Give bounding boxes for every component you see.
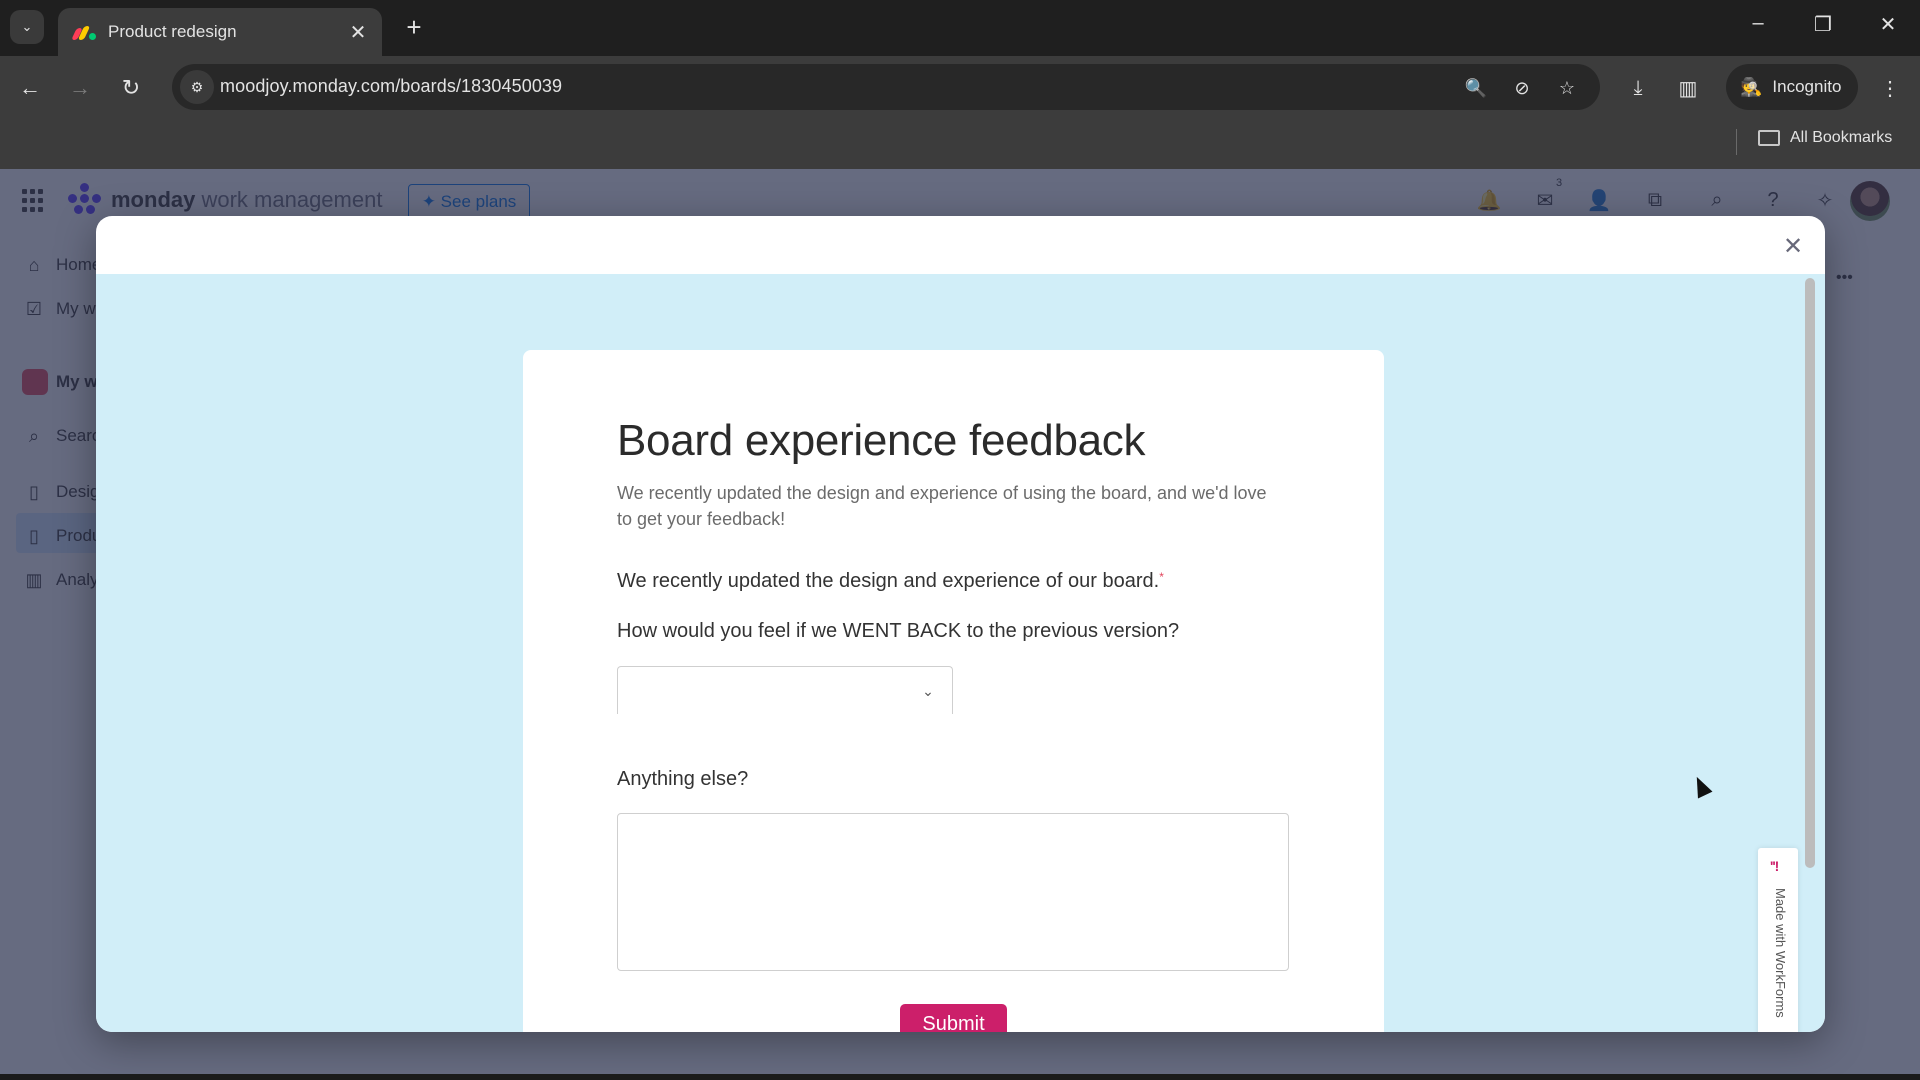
all-bookmarks-label: All Bookmarks [1790,129,1893,146]
reload-button[interactable]: ↻ [113,70,149,106]
site-info-button[interactable]: ⚙ [180,70,214,104]
modal-close-button[interactable]: ✕ [1777,230,1809,262]
form-description: We recently updated the design and exper… [617,483,1267,529]
browser-tab-bar: ⌄ Product redesign ✕ + – ❐ ✕ [0,0,1920,56]
download-icon[interactable]: ⤓ [1620,70,1656,106]
reload-icon: ↻ [121,75,141,100]
arrow-right-icon: → [69,75,91,100]
all-bookmarks-button[interactable]: All Bookmarks [1758,129,1892,147]
chevron-down-icon: ⌄ [21,19,33,34]
tab-close-icon[interactable]: ✕ [346,20,370,45]
arrow-left-icon: ← [19,75,41,100]
close-icon: ✕ [1782,232,1804,260]
browser-toolbar: ← → ↻ ⚙ moodjoy.monday.com/boards/183045… [0,56,1920,119]
tab-title: Product redesign [108,22,237,41]
incognito-label: Incognito [1772,77,1842,96]
zoom-icon[interactable]: 🔍 [1462,74,1490,102]
eye-off-icon[interactable]: ⊘ [1508,74,1536,102]
modal-scrollbar[interactable] [1805,278,1815,868]
made-with-workforms-badge[interactable]: ''! Made with WorkForms [1758,848,1798,1032]
bookmarks-bar: All Bookmarks [0,119,1920,169]
submit-button[interactable]: Submit [900,1004,1007,1032]
feedback-modal: ✕ Board experience feedback We recently … [96,216,1825,1032]
folder-icon [1758,130,1780,146]
anything-else-textarea[interactable] [617,813,1289,971]
question-intro: We recently updated the design and exper… [617,570,1164,592]
side-panel-icon[interactable]: ▥ [1670,70,1706,106]
bottom-edge [0,1074,1920,1080]
url-text[interactable]: moodjoy.monday.com/boards/1830450039 [220,76,562,97]
browser-menu-icon[interactable]: ⋮ [1872,70,1908,106]
restore-button[interactable]: ❐ [1803,12,1843,37]
bookmarks-divider [1736,129,1737,155]
browser-tab-active[interactable]: Product redesign ✕ [58,8,382,56]
bookmark-star-icon[interactable]: ☆ [1553,74,1581,102]
tab-list-button[interactable]: ⌄ [10,10,44,44]
workforms-badge-text: Made with WorkForms [1773,888,1788,1018]
workforms-logo-icon: ''! [1770,858,1779,874]
minimize-button[interactable]: – [1738,12,1778,35]
went-back-select[interactable]: ⌄ [617,666,953,714]
form-card: Board experience feedback We recently up… [523,350,1384,1032]
form-title: Board experience feedback [617,416,1146,465]
window-close-button[interactable]: ✕ [1868,12,1908,37]
tune-icon: ⚙ [190,78,204,95]
question-went-back-label: How would you feel if we WENT BACK to th… [617,620,1180,642]
incognito-indicator[interactable]: 🕵 Incognito [1726,64,1858,110]
address-bar[interactable]: ⚙ moodjoy.monday.com/boards/1830450039 🔍… [172,64,1600,110]
forward-button[interactable]: → [62,70,98,106]
back-button[interactable]: ← [12,70,48,106]
chevron-down-icon: ⌄ [922,682,934,699]
anything-else-label: Anything else? [617,768,749,790]
modal-body: Board experience feedback We recently up… [96,274,1825,1032]
new-tab-button[interactable]: + [398,12,430,43]
required-marker: * [1159,570,1164,584]
incognito-icon: 🕵 [1740,76,1763,97]
monday-favicon-icon [71,24,96,40]
